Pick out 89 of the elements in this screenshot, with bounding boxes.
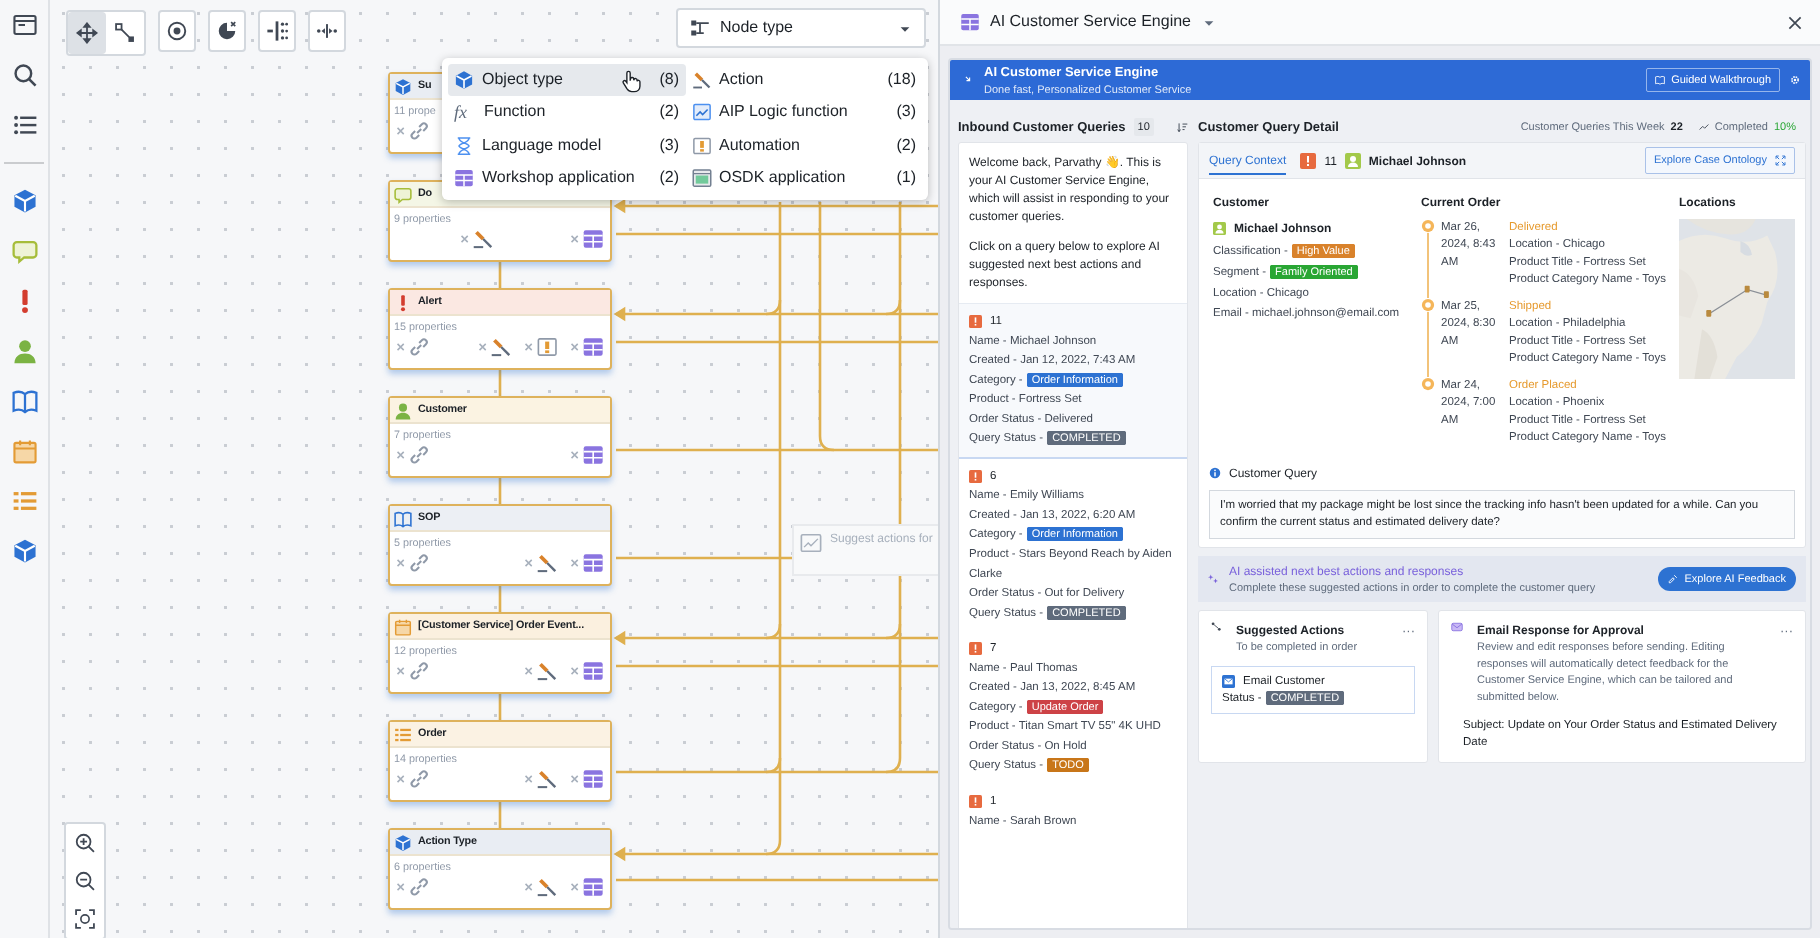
target-tool[interactable]: [158, 10, 196, 52]
link-icon: [396, 336, 430, 358]
close-button[interactable]: [1786, 13, 1804, 31]
menu-item[interactable]: fx Function (2): [448, 96, 685, 130]
link-icon: [396, 120, 430, 142]
collapse-icon: [316, 20, 338, 42]
menu-item[interactable]: Object type (8): [448, 64, 685, 97]
timeline-dot-icon: [1421, 219, 1435, 233]
settings-icon[interactable]: [1790, 75, 1800, 85]
panel-title[interactable]: AI Customer Service Engine: [990, 10, 1191, 34]
gavel-icon: [691, 70, 711, 91]
cube-icon: [454, 70, 474, 91]
fit-view-icon: [74, 908, 96, 930]
chart-window-icon: [691, 102, 711, 123]
search-icon[interactable]: [11, 62, 37, 88]
link-icon: [396, 660, 430, 682]
menu-item[interactable]: AIP Logic function (3): [685, 96, 922, 130]
app-window-icon: [800, 532, 822, 554]
book-icon: [394, 509, 412, 527]
cube-icon[interactable]: [11, 188, 37, 214]
close-icon: [1786, 13, 1804, 31]
node-type-icon: [690, 18, 710, 38]
pie-chart-tool[interactable]: [208, 10, 246, 52]
collapse-tool[interactable]: [308, 10, 346, 52]
gavel-icon: [478, 336, 512, 358]
gavel-icon: [524, 660, 558, 682]
app-grid-icon: [570, 660, 604, 682]
app-grid-icon: [570, 444, 604, 466]
zoom-in-icon: [74, 832, 96, 854]
app-grid-icon: [454, 168, 474, 189]
cube-icon: [394, 77, 412, 95]
alert-icon: [969, 642, 982, 656]
move-icon: [76, 22, 98, 44]
link-icon: [396, 876, 430, 898]
person-icon: [394, 401, 412, 419]
alert-icon: [969, 470, 982, 484]
email-icon: [1451, 621, 1463, 633]
email-icon: [1222, 674, 1235, 688]
menu-item[interactable]: Language model (3): [448, 129, 685, 162]
menu-item[interactable]: Action (18): [685, 64, 922, 97]
caret-icon[interactable]: [1201, 15, 1215, 29]
timeline-dot-icon: [1421, 377, 1435, 391]
function-icon: fx: [454, 99, 476, 127]
calendar-icon: [394, 617, 412, 635]
app-window-icon: [691, 168, 711, 189]
link-icon: [396, 768, 430, 790]
gavel-icon: [524, 876, 558, 898]
speech-bubble-icon: [394, 185, 412, 203]
grid-layout-icon: [266, 20, 288, 42]
book-icon[interactable]: [11, 388, 37, 414]
person-icon: [1344, 152, 1361, 169]
menu-item[interactable]: OSDK application (1): [685, 161, 922, 195]
automation-icon: [691, 135, 711, 156]
grid-layout-tool[interactable]: [258, 10, 296, 52]
alert-icon: [969, 315, 982, 329]
gavel-icon: [460, 228, 494, 250]
pie-chart-icon: [216, 20, 238, 42]
hand-cursor-icon: [620, 70, 642, 94]
list-icon: [394, 725, 412, 743]
app-grid-icon: [570, 876, 604, 898]
alert-icon: [969, 795, 982, 809]
zoom-out-icon: [74, 870, 96, 892]
gavel-icon: [524, 552, 558, 574]
timeline-dot-icon: [1421, 298, 1435, 312]
steps-icon: [1211, 621, 1222, 632]
app-window-icon[interactable]: [11, 12, 37, 38]
app-grid-icon: [570, 228, 604, 250]
link-icon: [396, 444, 430, 466]
connect-icon: [114, 22, 136, 44]
list-icon[interactable]: [11, 112, 37, 138]
sparkle-icon: [1208, 573, 1219, 585]
link-icon: [396, 552, 430, 574]
gavel-icon: [524, 768, 558, 790]
node-type-select[interactable]: Node type: [676, 8, 926, 48]
app-grid-icon: [960, 12, 980, 32]
automation-icon: [524, 336, 558, 358]
cube-icon: [394, 833, 412, 851]
hourglass-icon: [454, 135, 474, 156]
menu-item[interactable]: Automation (2): [685, 129, 922, 162]
move-tool[interactable]: [68, 12, 106, 54]
cube-icon[interactable]: [11, 538, 37, 564]
target-icon: [166, 20, 188, 42]
person-icon: [1213, 221, 1226, 235]
caret-icon: [898, 21, 912, 35]
app-grid-icon: [570, 552, 604, 574]
app-grid-icon: [570, 336, 604, 358]
app-grid-icon: [570, 768, 604, 790]
info-icon: [1209, 467, 1221, 479]
alert-icon: [1300, 152, 1317, 169]
